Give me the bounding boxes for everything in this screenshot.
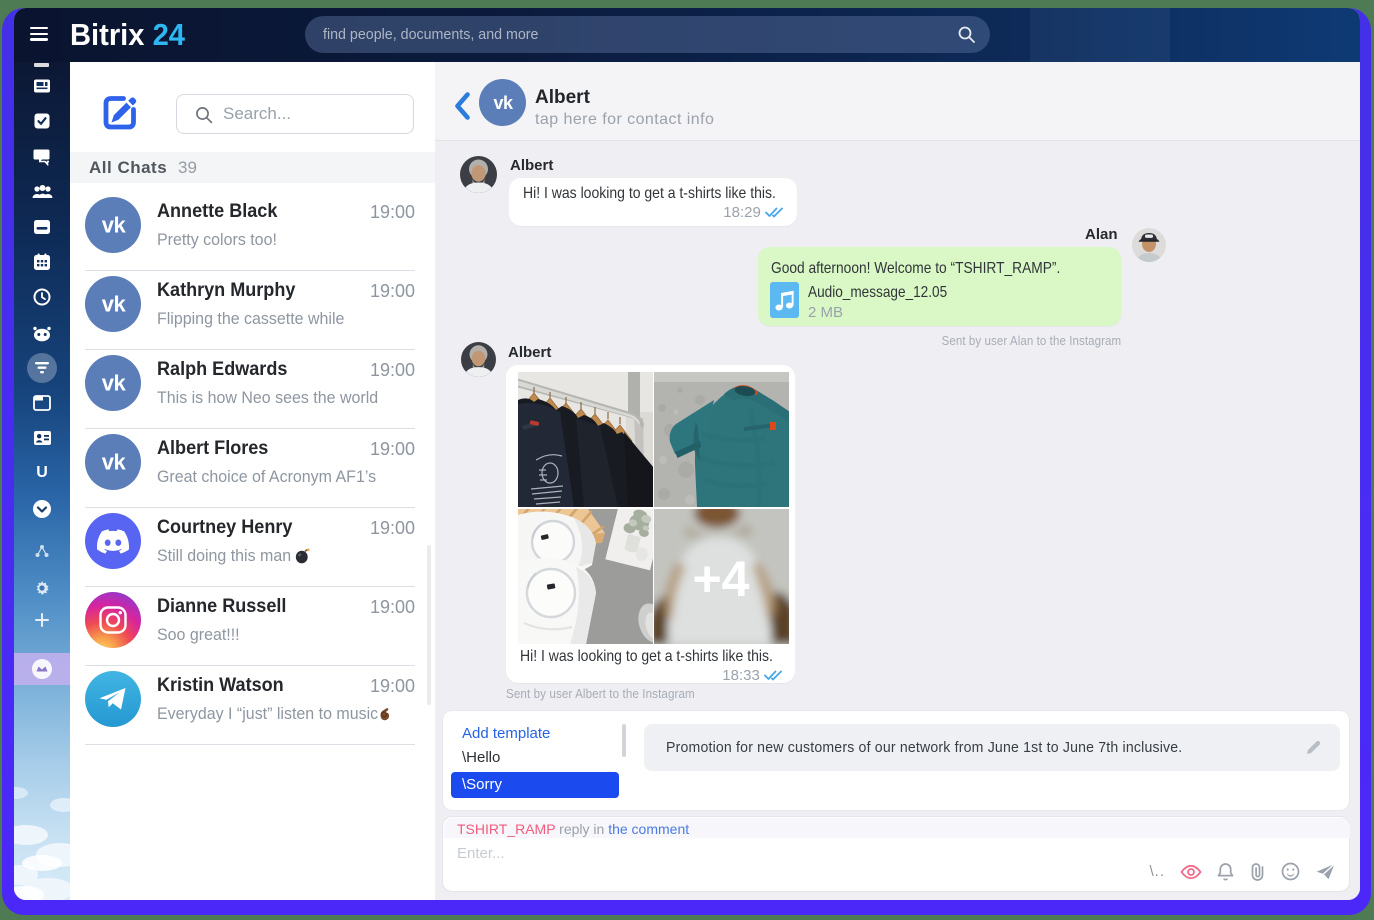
svg-text:vk: vk xyxy=(101,372,126,395)
svg-text:+4: +4 xyxy=(692,551,749,607)
svg-text:vk: vk xyxy=(493,93,514,113)
svg-text:vk: vk xyxy=(101,293,126,316)
svg-text:vk: vk xyxy=(101,451,126,474)
svg-text:vk: vk xyxy=(101,214,126,237)
